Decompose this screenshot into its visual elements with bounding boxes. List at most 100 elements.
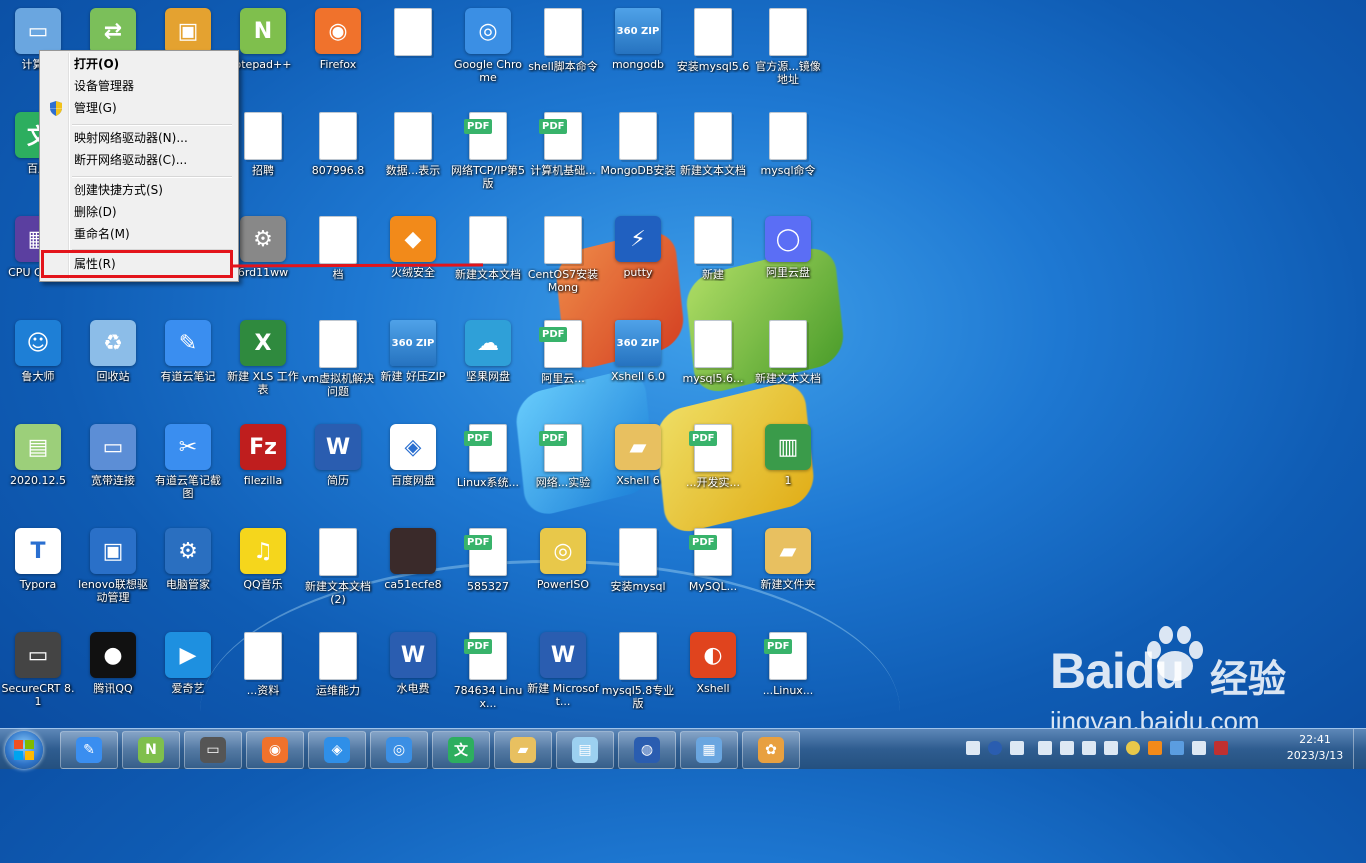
antivirus-icon[interactable] bbox=[1148, 741, 1162, 755]
menu-item-open[interactable]: 打开(O) bbox=[43, 54, 235, 75]
desktop-icon[interactable]: MySQL... bbox=[675, 524, 751, 624]
desktop-icon[interactable]: ☁ 坚果网盘 bbox=[450, 316, 526, 416]
taskbar-button[interactable]: ▤ bbox=[556, 731, 614, 769]
desktop-icon[interactable]: 新建文本文档 bbox=[750, 316, 826, 416]
taskbar-button[interactable]: ▰ bbox=[494, 731, 552, 769]
network-icon: ▭ bbox=[90, 424, 136, 470]
desktop-icon[interactable] bbox=[375, 4, 451, 104]
desktop-icon[interactable]: 新建 bbox=[675, 212, 751, 312]
display-icon[interactable] bbox=[1104, 741, 1118, 755]
show-desktop-button[interactable] bbox=[1353, 729, 1366, 769]
desktop-icon[interactable]: 360 ZIP Xshell 6.0 bbox=[600, 316, 676, 416]
desktop-icon[interactable]: ✂ 有道云笔记截图 bbox=[150, 420, 226, 520]
taskbar-button[interactable]: ◉ bbox=[246, 731, 304, 769]
usb-icon[interactable] bbox=[1038, 741, 1052, 755]
desktop-icon[interactable]: 网络TCP/IP第5版 bbox=[450, 108, 526, 208]
desktop-icon[interactable]: 运维能力 bbox=[300, 628, 376, 728]
menu-item-rename[interactable]: 重命名(M) bbox=[43, 224, 235, 245]
desktop-icon[interactable]: mysql5.6... bbox=[675, 316, 751, 416]
desktop-icon[interactable]: ▭ 宽带连接 bbox=[75, 420, 151, 520]
menu-item-device-manager[interactable]: 设备管理器 bbox=[43, 76, 235, 97]
desktop-icon[interactable]: W 水电费 bbox=[375, 628, 451, 728]
menu-item-delete[interactable]: 删除(D) bbox=[43, 202, 235, 223]
taskbar-button[interactable]: ◈ bbox=[308, 731, 366, 769]
desktop-icon[interactable]: ▶ 爱奇艺 bbox=[150, 628, 226, 728]
desktop-icon[interactable]: ca51ecfe8 bbox=[375, 524, 451, 624]
desktop-icon[interactable]: 新建文本文档 bbox=[675, 108, 751, 208]
disc-icon[interactable] bbox=[1126, 741, 1140, 755]
desktop-icon[interactable]: ♻ 回收站 bbox=[75, 316, 151, 416]
desktop-icon[interactable]: W 简历 bbox=[300, 420, 376, 520]
keyboard-icon[interactable] bbox=[966, 741, 980, 755]
desktop-icon[interactable]: 计算机基础... bbox=[525, 108, 601, 208]
desktop-icon[interactable]: 784634 Linux... bbox=[450, 628, 526, 728]
desktop-icon[interactable]: 安装mysql bbox=[600, 524, 676, 624]
desktop-icon-label: 585327 bbox=[467, 580, 509, 593]
desktop-icon[interactable]: 安装mysql5.6 bbox=[675, 4, 751, 104]
desktop-icon[interactable]: ☺ 鲁大师 bbox=[0, 316, 76, 416]
desktop-icon[interactable]: ▰ Xshell 6 bbox=[600, 420, 676, 520]
desktop-icon[interactable]: shell脚本命令 bbox=[525, 4, 601, 104]
desktop-icon[interactable]: ▤ 2020.12.5 bbox=[0, 420, 76, 520]
desktop-icon[interactable]: ▰ 新建文件夹 bbox=[750, 524, 826, 624]
desktop-icon[interactable]: 官方源...镜像地址 bbox=[750, 4, 826, 104]
taskbar-button[interactable]: ✿ bbox=[742, 731, 800, 769]
desktop-icon[interactable]: ...Linux... bbox=[750, 628, 826, 728]
desktop-icon[interactable]: ▣ lenovo联想驱动管理 bbox=[75, 524, 151, 624]
desktop-icon[interactable]: 807996.8 bbox=[300, 108, 376, 208]
desktop-icon[interactable]: 新建文本文档 (2) bbox=[300, 524, 376, 624]
menu-item-map-network-drive[interactable]: 映射网络驱动器(N)... bbox=[43, 128, 235, 149]
taskbar-button[interactable]: ▭ bbox=[184, 731, 242, 769]
file-icon bbox=[694, 216, 732, 264]
desktop-icon[interactable]: 阿里云... bbox=[525, 316, 601, 416]
menu-item-manage[interactable]: 管理(G) bbox=[43, 98, 235, 119]
help-icon[interactable] bbox=[988, 741, 1002, 755]
volume-icon[interactable] bbox=[1060, 741, 1074, 755]
desktop-icon[interactable]: ▭ SecureCRT 8.1 bbox=[0, 628, 76, 728]
desktop-icon[interactable]: vm虚拟机解决问题 bbox=[300, 316, 376, 416]
desktop-icon[interactable]: ...资料 bbox=[225, 628, 301, 728]
desktop-icon[interactable]: ♫ QQ音乐 bbox=[225, 524, 301, 624]
taskbar-button[interactable]: ▦ bbox=[680, 731, 738, 769]
desktop-icon[interactable]: W 新建 Microsoft... bbox=[525, 628, 601, 728]
desktop-icon[interactable]: CentOS7安装Mong bbox=[525, 212, 601, 312]
taskbar-button[interactable]: ◍ bbox=[618, 731, 676, 769]
desktop-icon[interactable]: ◉ Firefox bbox=[300, 4, 376, 104]
notification-icon[interactable] bbox=[1214, 741, 1228, 755]
taskbar-button[interactable]: ✎ bbox=[60, 731, 118, 769]
monitor-icon[interactable] bbox=[1192, 741, 1206, 755]
menu-item-disconnect-network-drive[interactable]: 断开网络驱动器(C)... bbox=[43, 150, 235, 171]
desktop-icon[interactable]: ◐ Xshell bbox=[675, 628, 751, 728]
desktop-icon[interactable]: ...开发实... bbox=[675, 420, 751, 520]
desktop-icon[interactable]: 360 ZIP mongodb bbox=[600, 4, 676, 104]
desktop-icon[interactable]: mysql命令 bbox=[750, 108, 826, 208]
expand-tray-icon[interactable] bbox=[1010, 741, 1024, 755]
desktop-icon[interactable]: Fz filezilla bbox=[225, 420, 301, 520]
desktop-icon[interactable]: ● 腾讯QQ bbox=[75, 628, 151, 728]
desktop-icon[interactable]: ◈ 百度网盘 bbox=[375, 420, 451, 520]
clock[interactable]: 22:41 2023/3/13 bbox=[1280, 732, 1350, 764]
taskbar-button[interactable]: 文 bbox=[432, 731, 490, 769]
desktop-icon[interactable]: T Typora bbox=[0, 524, 76, 624]
desktop-icon[interactable]: ✎ 有道云笔记 bbox=[150, 316, 226, 416]
desktop-icon[interactable]: ⚙ 电脑管家 bbox=[150, 524, 226, 624]
desktop-icon[interactable]: 数据...表示 bbox=[375, 108, 451, 208]
start-button[interactable] bbox=[5, 731, 43, 769]
desktop-icon[interactable]: MongoDB安装 bbox=[600, 108, 676, 208]
network-signal-icon[interactable] bbox=[1082, 741, 1096, 755]
desktop-icon[interactable]: 网络...实验 bbox=[525, 420, 601, 520]
desktop-icon[interactable]: X 新建 XLS 工作表 bbox=[225, 316, 301, 416]
taskbar-button[interactable]: ◎ bbox=[370, 731, 428, 769]
cloud-sync-icon[interactable] bbox=[1170, 741, 1184, 755]
menu-item-create-shortcut[interactable]: 创建快捷方式(S) bbox=[43, 180, 235, 201]
desktop-icon[interactable]: 585327 bbox=[450, 524, 526, 624]
desktop-icon[interactable]: 360 ZIP 新建 好压ZIP bbox=[375, 316, 451, 416]
desktop-icon[interactable]: Linux系统... bbox=[450, 420, 526, 520]
taskbar-button[interactable]: N bbox=[122, 731, 180, 769]
desktop-icon[interactable]: ◯ 阿里云盘 bbox=[750, 212, 826, 312]
desktop-icon[interactable]: ◎ Google Chrome bbox=[450, 4, 526, 104]
desktop-icon[interactable]: mysql5.8专业版 bbox=[600, 628, 676, 728]
desktop-icon[interactable]: ⚡ putty bbox=[600, 212, 676, 312]
desktop-icon[interactable]: ◎ PowerISO bbox=[525, 524, 601, 624]
desktop-icon[interactable]: ▥ 1 bbox=[750, 420, 826, 520]
